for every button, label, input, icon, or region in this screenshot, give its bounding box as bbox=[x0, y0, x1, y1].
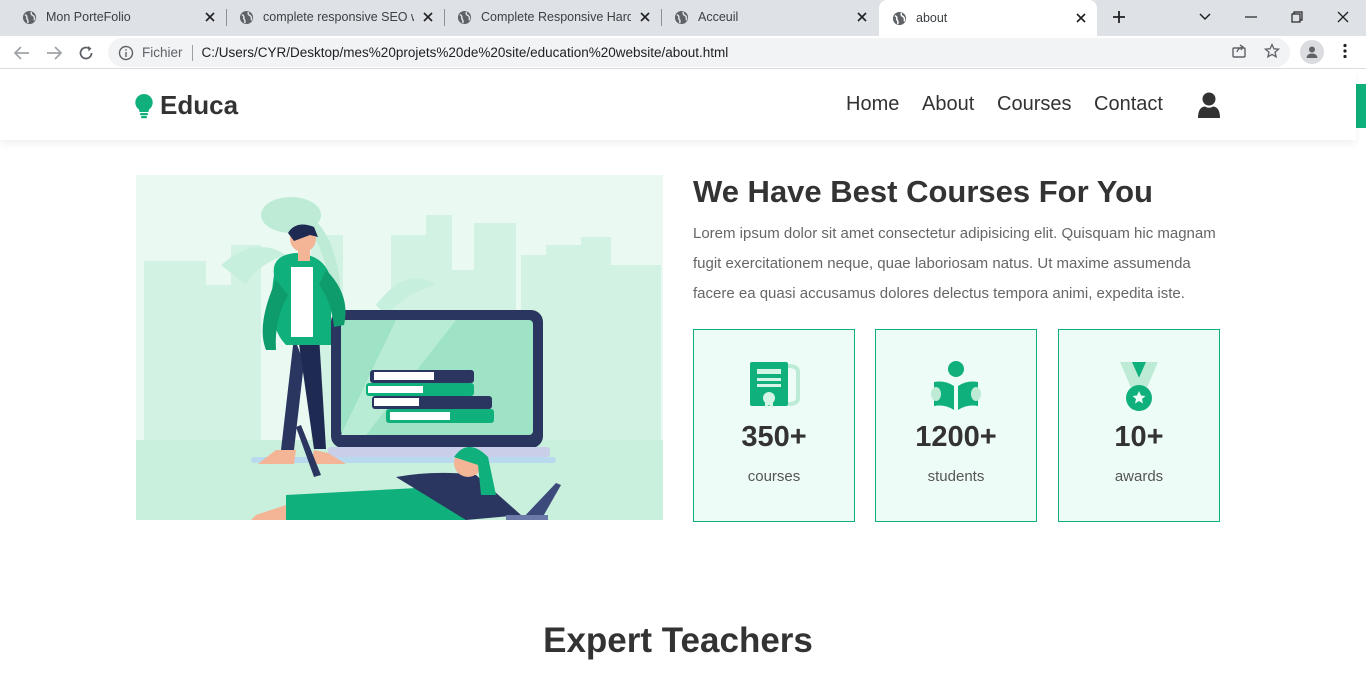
page-scrollbar-thumb[interactable] bbox=[1356, 84, 1366, 128]
lightbulb-icon bbox=[135, 93, 153, 118]
globe-icon bbox=[892, 11, 907, 25]
globe-icon bbox=[22, 10, 37, 24]
tab-title: complete responsive SEO we bbox=[263, 10, 414, 24]
tab-title: Mon PorteFolio bbox=[46, 10, 131, 24]
nav-link-contact[interactable]: Contact bbox=[1094, 93, 1163, 116]
medal-icon bbox=[1118, 360, 1160, 417]
forward-icon[interactable] bbox=[41, 40, 67, 66]
globe-icon bbox=[457, 10, 472, 24]
site-logo[interactable]: Educa bbox=[134, 90, 238, 121]
logo-text: Educa bbox=[160, 90, 239, 120]
browser-tab-active[interactable]: about bbox=[879, 0, 1097, 36]
globe-icon bbox=[674, 10, 689, 24]
nav-link-about[interactable]: About bbox=[922, 93, 974, 116]
certificate-icon bbox=[748, 360, 800, 413]
browser-tab[interactable]: Complete Responsive Hardw bbox=[435, 0, 661, 34]
bookmark-star-icon[interactable] bbox=[1263, 42, 1281, 60]
tab-close-icon[interactable] bbox=[202, 9, 218, 25]
about-paragraph: Lorem ipsum dolor sit amet consectetur a… bbox=[693, 225, 1216, 302]
profile-avatar-icon[interactable] bbox=[1300, 40, 1324, 64]
site-header: Educa Home About Courses Contact bbox=[0, 70, 1356, 140]
stat-number: 350+ bbox=[741, 421, 807, 453]
web-page: Educa Home About Courses Contact We Have… bbox=[0, 70, 1366, 678]
address-bar[interactable]: Fichier C:/Users/CYR/Desktop/mes%20proje… bbox=[108, 38, 1290, 67]
tab-close-icon[interactable] bbox=[420, 9, 436, 25]
stat-number: 1200+ bbox=[915, 421, 997, 453]
minimize-icon[interactable] bbox=[1239, 6, 1263, 28]
stat-card-students: 1200+ students bbox=[875, 329, 1037, 522]
url-text[interactable]: C:/Users/CYR/Desktop/mes%20projets%20de%… bbox=[202, 45, 729, 60]
globe-icon bbox=[239, 10, 254, 24]
address-divider bbox=[191, 44, 193, 61]
info-icon[interactable] bbox=[118, 45, 134, 61]
browser-toolbar: Fichier C:/Users/CYR/Desktop/mes%20proje… bbox=[0, 36, 1366, 69]
about-heading: We Have Best Courses For You bbox=[693, 174, 1153, 209]
tab-close-icon[interactable] bbox=[637, 9, 653, 25]
teachers-section-title: Expert Teachers bbox=[543, 621, 813, 660]
browser-tab[interactable]: Mon PorteFolio bbox=[0, 0, 226, 34]
tab-search-chevron-icon[interactable] bbox=[1193, 6, 1217, 28]
scheme-label: Fichier bbox=[142, 45, 183, 60]
back-icon[interactable] bbox=[9, 40, 35, 66]
nav-link-home[interactable]: Home bbox=[846, 93, 899, 116]
share-icon[interactable] bbox=[1230, 42, 1248, 60]
stat-number: 10+ bbox=[1114, 421, 1164, 453]
tab-title: about bbox=[916, 11, 948, 25]
stat-label: awards bbox=[1114, 468, 1164, 485]
restore-icon[interactable] bbox=[1285, 6, 1309, 28]
browser-menu-icon[interactable] bbox=[1336, 42, 1354, 60]
stat-label: courses bbox=[747, 468, 801, 485]
tab-strip: Mon PorteFolio complete responsive SEO w… bbox=[0, 0, 1366, 36]
new-tab-icon[interactable] bbox=[1107, 6, 1131, 28]
browser-tab[interactable]: Acceuil bbox=[652, 0, 878, 34]
browser-tab[interactable]: complete responsive SEO we bbox=[217, 0, 444, 34]
stat-card-awards: 10+ awards bbox=[1058, 329, 1220, 522]
tab-close-icon[interactable] bbox=[1073, 10, 1089, 26]
reader-icon bbox=[930, 360, 982, 417]
user-icon[interactable] bbox=[1197, 92, 1221, 123]
reload-icon[interactable] bbox=[73, 40, 99, 66]
tab-close-icon[interactable] bbox=[854, 9, 870, 25]
window-close-icon[interactable] bbox=[1331, 6, 1355, 28]
hero-illustration bbox=[136, 175, 663, 520]
tab-title: Complete Responsive Hardw bbox=[481, 10, 631, 24]
tab-title: Acceuil bbox=[698, 10, 739, 24]
stat-label: students bbox=[927, 468, 985, 485]
stat-card-courses: 350+ courses bbox=[693, 329, 855, 522]
nav-link-courses[interactable]: Courses bbox=[997, 93, 1071, 116]
